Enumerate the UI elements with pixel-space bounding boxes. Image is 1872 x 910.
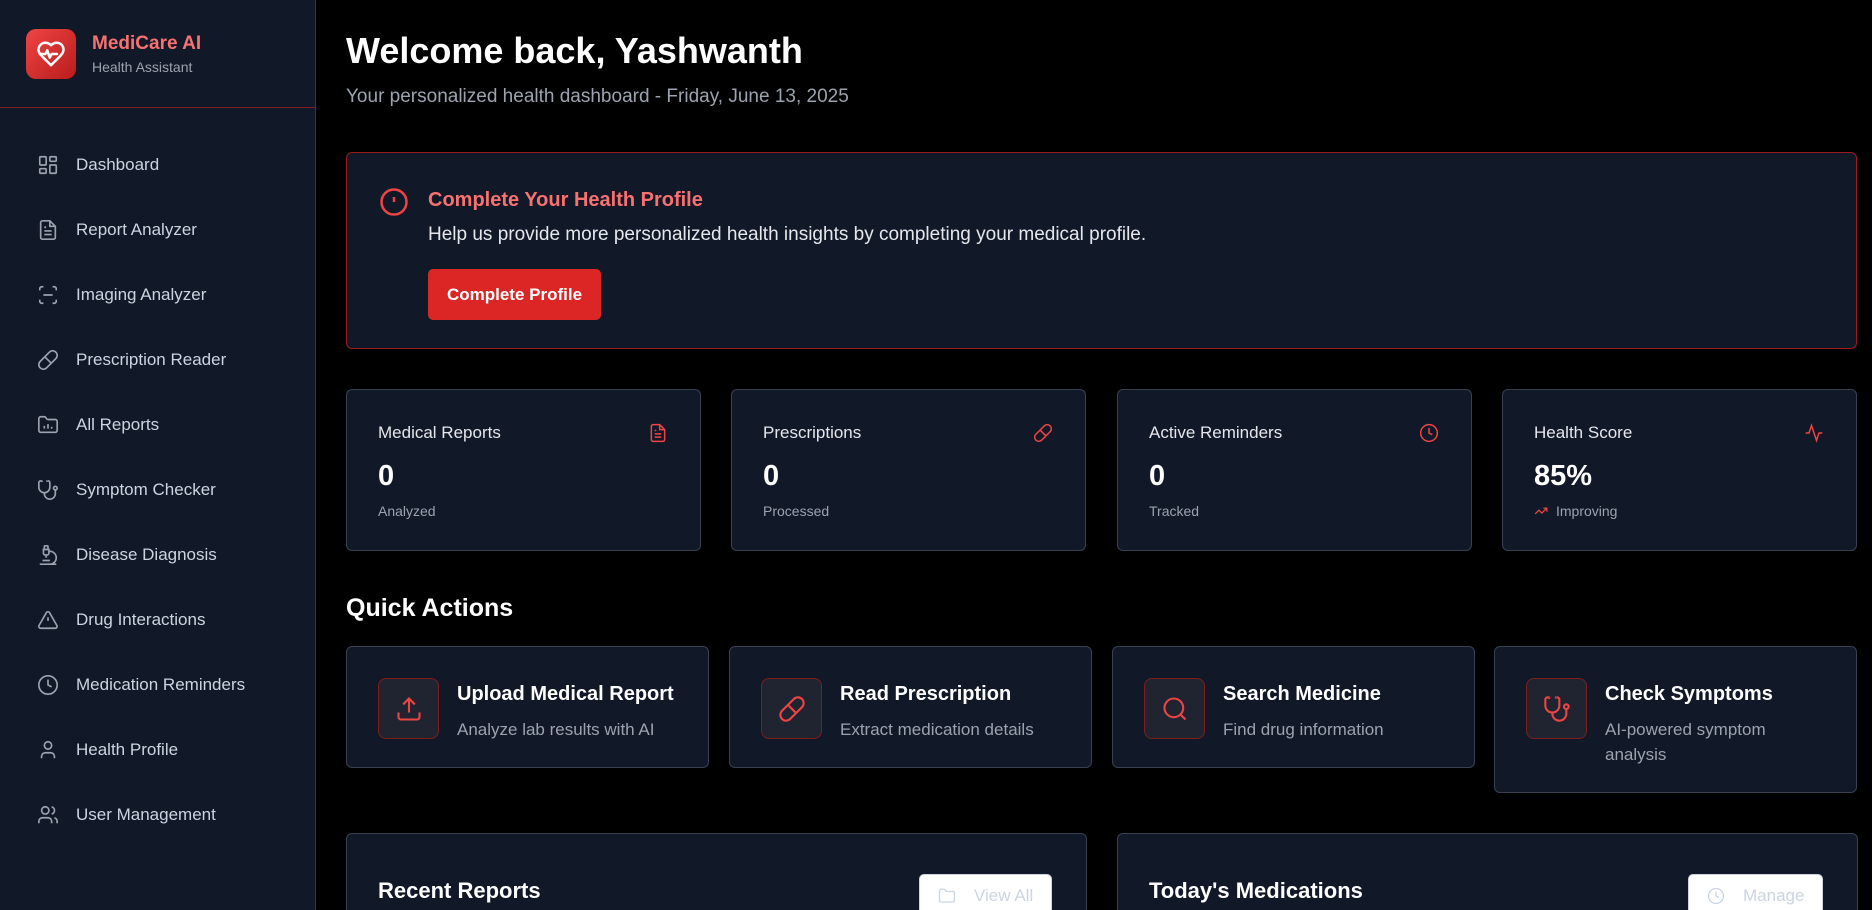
stat-value: 0	[763, 460, 780, 492]
view-all-button[interactable]: View All	[919, 874, 1053, 910]
folder-chart-icon	[36, 413, 60, 437]
pill-icon	[761, 678, 822, 739]
sidebar-item-label: All Reports	[76, 414, 160, 434]
grid-icon	[36, 153, 60, 177]
stat-label: Active Reminders	[1149, 423, 1283, 442]
warning-icon	[36, 608, 60, 632]
clock-icon	[1419, 423, 1441, 445]
sidebar: MediCare AI Health Assistant Dashboard R…	[0, 0, 316, 910]
clock-icon	[1707, 887, 1725, 905]
stat-sub: Analyzed	[378, 503, 436, 519]
scan-icon	[36, 283, 60, 307]
sidebar-item-drug-interactions[interactable]: Drug Interactions	[0, 587, 315, 652]
stat-sub: Improving	[1556, 503, 1618, 519]
sidebar-item-label: Symptom Checker	[76, 479, 216, 499]
panel-title: Today's Medications	[1149, 878, 1363, 903]
stat-value: 0	[378, 460, 395, 492]
sidebar-item-dashboard[interactable]: Dashboard	[0, 132, 315, 197]
stat-sub: Processed	[763, 503, 830, 519]
quick-action-title: Read Prescription	[840, 683, 1012, 705]
todays-medications-panel: Today's Medications Manage	[1117, 833, 1858, 910]
stat-card-health-score: Health Score 85% Improving	[1502, 389, 1857, 551]
search-icon	[1144, 678, 1205, 739]
complete-profile-button[interactable]: Complete Profile	[428, 269, 601, 320]
stat-sub-row: Improving	[1534, 503, 1617, 519]
sidebar-item-label: Disease Diagnosis	[76, 544, 217, 564]
file-text-icon	[36, 218, 60, 242]
brand-subtitle: Health Assistant	[92, 58, 193, 75]
sidebar-item-health-profile[interactable]: Health Profile	[0, 717, 315, 782]
alert-title: Complete Your Health Profile	[428, 189, 703, 211]
page-subtitle: Your personalized health dashboard - Fri…	[346, 86, 849, 107]
panel-title: Recent Reports	[378, 878, 541, 903]
quick-action-desc: Find drug information	[1223, 720, 1384, 739]
sidebar-item-label: Medication Reminders	[76, 674, 246, 694]
quick-action-search-medicine[interactable]: Search Medicine Find drug information	[1112, 646, 1475, 768]
quick-action-desc: Extract medication details	[840, 720, 1034, 739]
quick-action-desc: Analyze lab results with AI	[457, 720, 655, 739]
quick-action-title: Upload Medical Report	[457, 683, 674, 705]
stat-sub: Tracked	[1149, 503, 1200, 519]
sidebar-item-imaging-analyzer[interactable]: Imaging Analyzer	[0, 262, 315, 327]
sidebar-item-label: Health Profile	[76, 739, 179, 759]
page-title: Welcome back, Yashwanth	[346, 30, 803, 71]
pill-icon	[1033, 423, 1055, 445]
sidebar-nav: Dashboard Report Analyzer Imaging Analyz…	[0, 108, 315, 847]
folder-icon	[938, 887, 956, 905]
sidebar-item-label: Imaging Analyzer	[76, 284, 207, 304]
quick-actions-title: Quick Actions	[346, 594, 514, 622]
sidebar-item-symptom-checker[interactable]: Symptom Checker	[0, 457, 315, 522]
stat-value: 85%	[1534, 460, 1593, 492]
sidebar-item-report-analyzer[interactable]: Report Analyzer	[0, 197, 315, 262]
stat-card-medical-reports: Medical Reports 0 Analyzed	[346, 389, 701, 551]
pill-icon	[36, 348, 60, 372]
sidebar-item-label: Drug Interactions	[76, 609, 206, 629]
quick-action-title: Check Symptoms	[1605, 683, 1773, 705]
stethoscope-icon	[36, 478, 60, 502]
sidebar-item-label: Report Analyzer	[76, 219, 197, 239]
brand-name: MediCare AI	[92, 32, 202, 54]
file-text-icon	[648, 423, 670, 445]
stat-label: Medical Reports	[378, 423, 501, 442]
sidebar-item-disease-diagnosis[interactable]: Disease Diagnosis	[0, 522, 315, 587]
clock-icon	[36, 673, 60, 697]
trending-up-icon	[1534, 504, 1548, 518]
quick-action-desc: AI-powered symptom analysis	[1605, 720, 1766, 764]
view-all-label: View All	[974, 886, 1034, 905]
alert-circle-icon	[379, 187, 409, 222]
recent-reports-panel: Recent Reports View All	[346, 833, 1087, 910]
sidebar-item-medication-reminders[interactable]: Medication Reminders	[0, 652, 315, 717]
brand: MediCare AI Health Assistant	[0, 0, 315, 108]
sidebar-item-user-management[interactable]: User Management	[0, 782, 315, 847]
stat-value: 0	[1149, 460, 1166, 492]
sidebar-item-label: User Management	[76, 804, 216, 824]
quick-action-upload-report[interactable]: Upload Medical Report Analyze lab result…	[346, 646, 709, 768]
sidebar-item-prescription-reader[interactable]: Prescription Reader	[0, 327, 315, 392]
sidebar-item-label: Dashboard	[76, 154, 160, 174]
microscope-icon	[36, 543, 60, 567]
user-icon	[36, 738, 60, 762]
manage-label: Manage	[1743, 886, 1805, 905]
stat-label: Prescriptions	[763, 423, 862, 442]
quick-action-title: Search Medicine	[1223, 683, 1381, 705]
stethoscope-icon	[1526, 678, 1587, 739]
manage-button[interactable]: Manage	[1688, 874, 1824, 910]
stat-card-active-reminders: Active Reminders 0 Tracked	[1117, 389, 1472, 551]
quick-action-read-prescription[interactable]: Read Prescription Extract medication det…	[729, 646, 1092, 768]
activity-icon	[1804, 423, 1826, 445]
sidebar-item-all-reports[interactable]: All Reports	[0, 392, 315, 457]
quick-action-check-symptoms[interactable]: Check Symptoms AI-powered symptom analys…	[1494, 646, 1857, 793]
users-icon	[36, 803, 60, 827]
upload-icon	[378, 678, 439, 739]
stat-card-prescriptions: Prescriptions 0 Processed	[731, 389, 1086, 551]
sidebar-item-label: Prescription Reader	[76, 349, 227, 369]
profile-alert: Complete Your Health Profile Help us pro…	[346, 152, 1857, 349]
stat-label: Health Score	[1534, 423, 1633, 442]
heart-pulse-logo-icon	[26, 28, 76, 79]
alert-text: Help us provide more personalized health…	[428, 224, 1147, 245]
